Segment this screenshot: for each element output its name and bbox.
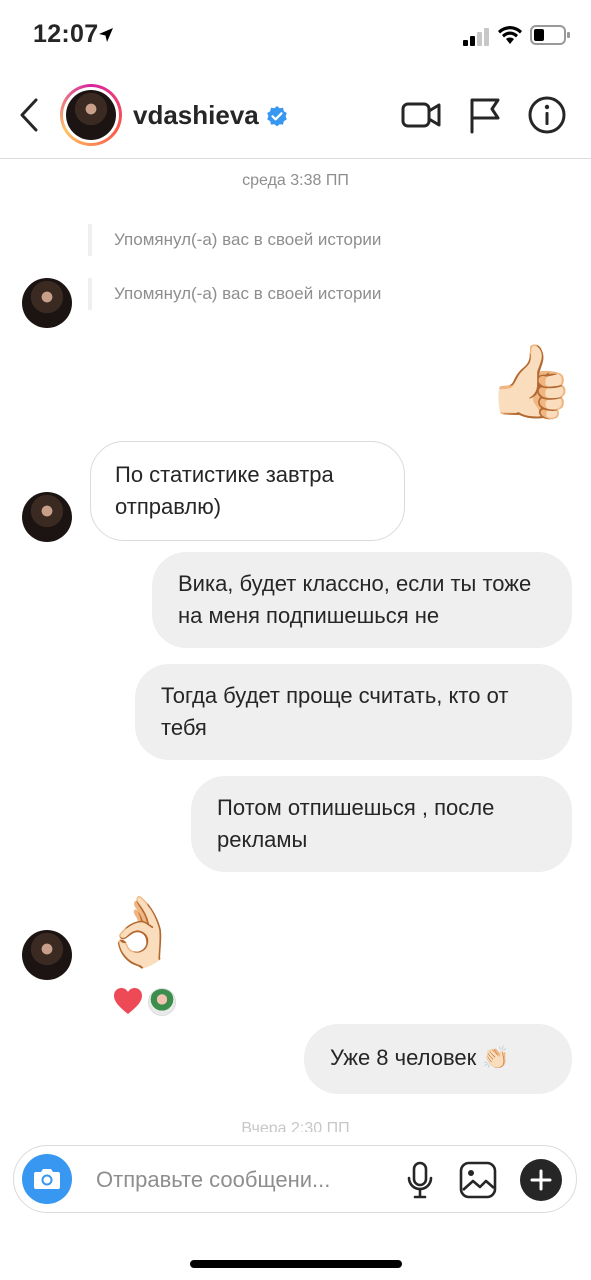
sender-avatar[interactable]	[22, 492, 72, 542]
sender-avatar[interactable]	[22, 278, 72, 328]
info-icon[interactable]	[526, 94, 568, 136]
add-content-button[interactable]	[520, 1159, 562, 1201]
outgoing-message[interactable]: Уже 8 человек 👏🏻	[304, 1024, 572, 1094]
date-separator-faded: Вчера 2:30 ПП	[241, 1120, 350, 1132]
plus-icon	[530, 1169, 552, 1191]
reactor-avatar	[148, 988, 176, 1016]
header-username[interactable]: vdashieva	[133, 100, 259, 131]
outgoing-message[interactable]: Вика, будет классно, если ты тоже на мен…	[152, 552, 572, 648]
status-bar: 12:07	[0, 0, 591, 72]
home-indicator[interactable]	[190, 1260, 402, 1268]
video-call-icon[interactable]	[400, 94, 442, 136]
camera-icon	[34, 1169, 60, 1189]
flag-icon[interactable]	[464, 94, 506, 136]
gallery-icon[interactable]	[458, 1160, 498, 1200]
thumbs-up-emoji[interactable]: 👍🏻	[486, 346, 576, 418]
header-avatar[interactable]	[60, 84, 122, 146]
incoming-message[interactable]: По статистике завтра отправлю)	[90, 441, 405, 541]
outgoing-message[interactable]: Потом отпишешься , после рекламы	[191, 776, 572, 872]
ok-hand-emoji[interactable]: 👌🏻	[98, 898, 183, 966]
outgoing-message[interactable]: Тогда будет проще считать, кто от тебя	[135, 664, 572, 760]
story-mention-2[interactable]: Упомянул(-а) вас в своей истории	[88, 278, 381, 310]
story-mention-1[interactable]: Упомянул(-а) вас в своей истории	[88, 224, 381, 256]
battery-icon	[530, 25, 570, 45]
sender-avatar[interactable]	[22, 930, 72, 980]
chat-header: vdashieva	[0, 72, 591, 159]
heart-reaction-icon	[114, 988, 142, 1014]
location-arrow-icon	[99, 28, 113, 42]
camera-button[interactable]	[22, 1154, 72, 1204]
wifi-icon	[498, 26, 522, 44]
message-input[interactable]	[96, 1164, 386, 1196]
signal-icon	[463, 28, 489, 46]
status-time: 12:07	[33, 20, 99, 48]
message-composer	[13, 1145, 577, 1213]
back-arrow-icon[interactable]	[14, 94, 46, 136]
microphone-icon[interactable]	[402, 1160, 438, 1200]
date-separator: среда 3:38 ПП	[242, 172, 349, 189]
verified-badge-icon	[267, 106, 287, 127]
